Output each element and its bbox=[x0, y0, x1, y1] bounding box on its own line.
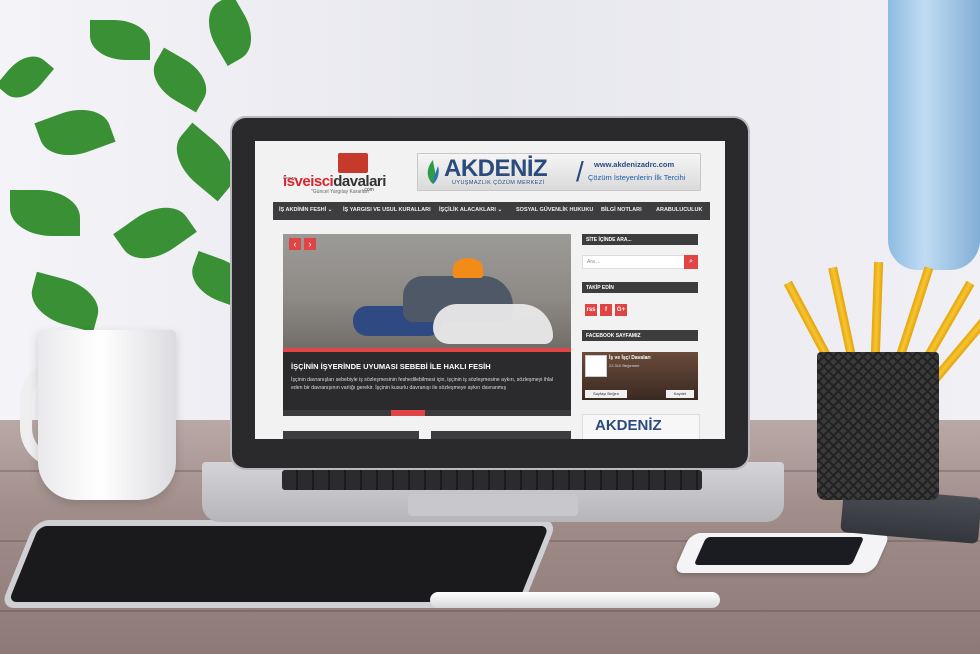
banner-title: AKDENİZ bbox=[444, 155, 548, 182]
google-plus-icon[interactable]: G+ bbox=[615, 304, 627, 316]
slider-next-button[interactable]: › bbox=[304, 238, 316, 250]
nav-item-arabuluculuk[interactable]: ARABULUCULUK bbox=[656, 207, 702, 213]
nav-item-sosyal-guvenlik[interactable]: SOSYAL GÜVENLİK HUKUKU bbox=[516, 207, 593, 213]
slider-pagination[interactable] bbox=[283, 410, 571, 416]
facebook-page-name[interactable]: İş ve İşçi Davaları bbox=[609, 355, 651, 361]
rss-icon[interactable]: rss bbox=[585, 304, 597, 316]
coffee-mug bbox=[38, 330, 176, 500]
sidebar-follow-heading: TAKİP EDİN bbox=[582, 282, 698, 293]
sidebar-search-heading: SİTE İÇİNDE ARA... bbox=[582, 234, 698, 245]
nav-item-bilgi-notlari[interactable]: BİLGİ NOTLARI bbox=[601, 207, 642, 213]
banner-subtitle: UYUŞMAZLIK ÇÖZÜM MERKEZİ bbox=[452, 180, 545, 186]
pen bbox=[430, 592, 720, 608]
featured-slider[interactable]: ‹ › İŞÇİNİN İŞYERİNDE UYUMASI SEBEBİ İLE… bbox=[283, 234, 571, 416]
post-box-header bbox=[431, 431, 571, 439]
slide-title[interactable]: İŞÇİNİN İŞYERİNDE UYUMASI SEBEBİ İLE HAK… bbox=[291, 362, 491, 371]
banner-tagline: Çözüm İsteyenlerin İlk Tercihi bbox=[588, 173, 686, 182]
banner-divider: / bbox=[576, 156, 584, 187]
water-bottle bbox=[888, 0, 980, 270]
post-box-header bbox=[283, 431, 419, 439]
facebook-icon[interactable]: f bbox=[600, 304, 612, 316]
facebook-page-likes: 22.310 Beğenme bbox=[609, 363, 640, 368]
main-navigation: İŞ AKDİNİN FESHİ ⌄ İŞ YARGISI VE USUL KU… bbox=[273, 202, 710, 220]
search-icon: ⌕ bbox=[689, 258, 693, 265]
slide-image bbox=[283, 234, 571, 352]
facebook-page-widget[interactable]: İş ve İşçi Davaları 22.310 Beğenme Sayfa… bbox=[582, 352, 698, 400]
banner-url: www.akdenizadrc.com bbox=[594, 160, 675, 169]
facebook-page-avatar bbox=[585, 355, 607, 377]
slider-pagination-active[interactable] bbox=[391, 410, 425, 416]
sidebar-ad-title: AKDENİZ bbox=[595, 417, 662, 434]
search-button[interactable]: ⌕ bbox=[684, 255, 698, 269]
slider-prev-button[interactable]: ‹ bbox=[289, 238, 301, 250]
facebook-like-button[interactable]: Sayfayı Beğen bbox=[585, 390, 627, 398]
laptop-trackpad bbox=[408, 494, 578, 516]
logo-image bbox=[338, 153, 368, 173]
logo-tagline: "Güncel Yargıtay Kararları" bbox=[311, 189, 371, 195]
pencil-cup bbox=[817, 352, 939, 500]
nav-item-is-yargisi[interactable]: İŞ YARGISI VE USUL KURALLARI bbox=[343, 207, 431, 213]
search-placeholder: Ara ... bbox=[587, 259, 601, 265]
sidebar-facebook-heading: FACEBOOK SAYFAMIZ bbox=[582, 330, 698, 341]
smartphone-screen bbox=[693, 537, 865, 565]
slide-excerpt: İşçinin davranışları sebebiyle iş sözleş… bbox=[291, 377, 554, 391]
leaf-icon bbox=[427, 160, 439, 184]
facebook-save-button[interactable]: Kaydet bbox=[666, 390, 694, 398]
nav-item-is-akdinin-feshi[interactable]: İŞ AKDİNİN FESHİ ⌄ bbox=[279, 207, 332, 213]
search-input[interactable]: Ara ... bbox=[582, 255, 686, 269]
site-logo[interactable]: İşveren isveiscidavalari .com "Güncel Ya… bbox=[283, 151, 393, 201]
desk-plank-line bbox=[0, 610, 980, 612]
header-banner-ad[interactable]: AKDENİZ UYUŞMAZLIK ÇÖZÜM MERKEZİ / www.a… bbox=[417, 153, 701, 191]
sidebar-banner-ad[interactable]: AKDENİZ bbox=[582, 414, 700, 439]
nav-item-iscilik-alacaklari[interactable]: İŞÇİLİK ALACAKLARI ⌄ bbox=[439, 207, 502, 213]
laptop-keyboard bbox=[282, 470, 702, 490]
laptop-screen: İşveren isveiscidavalari .com "Güncel Ya… bbox=[255, 141, 725, 439]
